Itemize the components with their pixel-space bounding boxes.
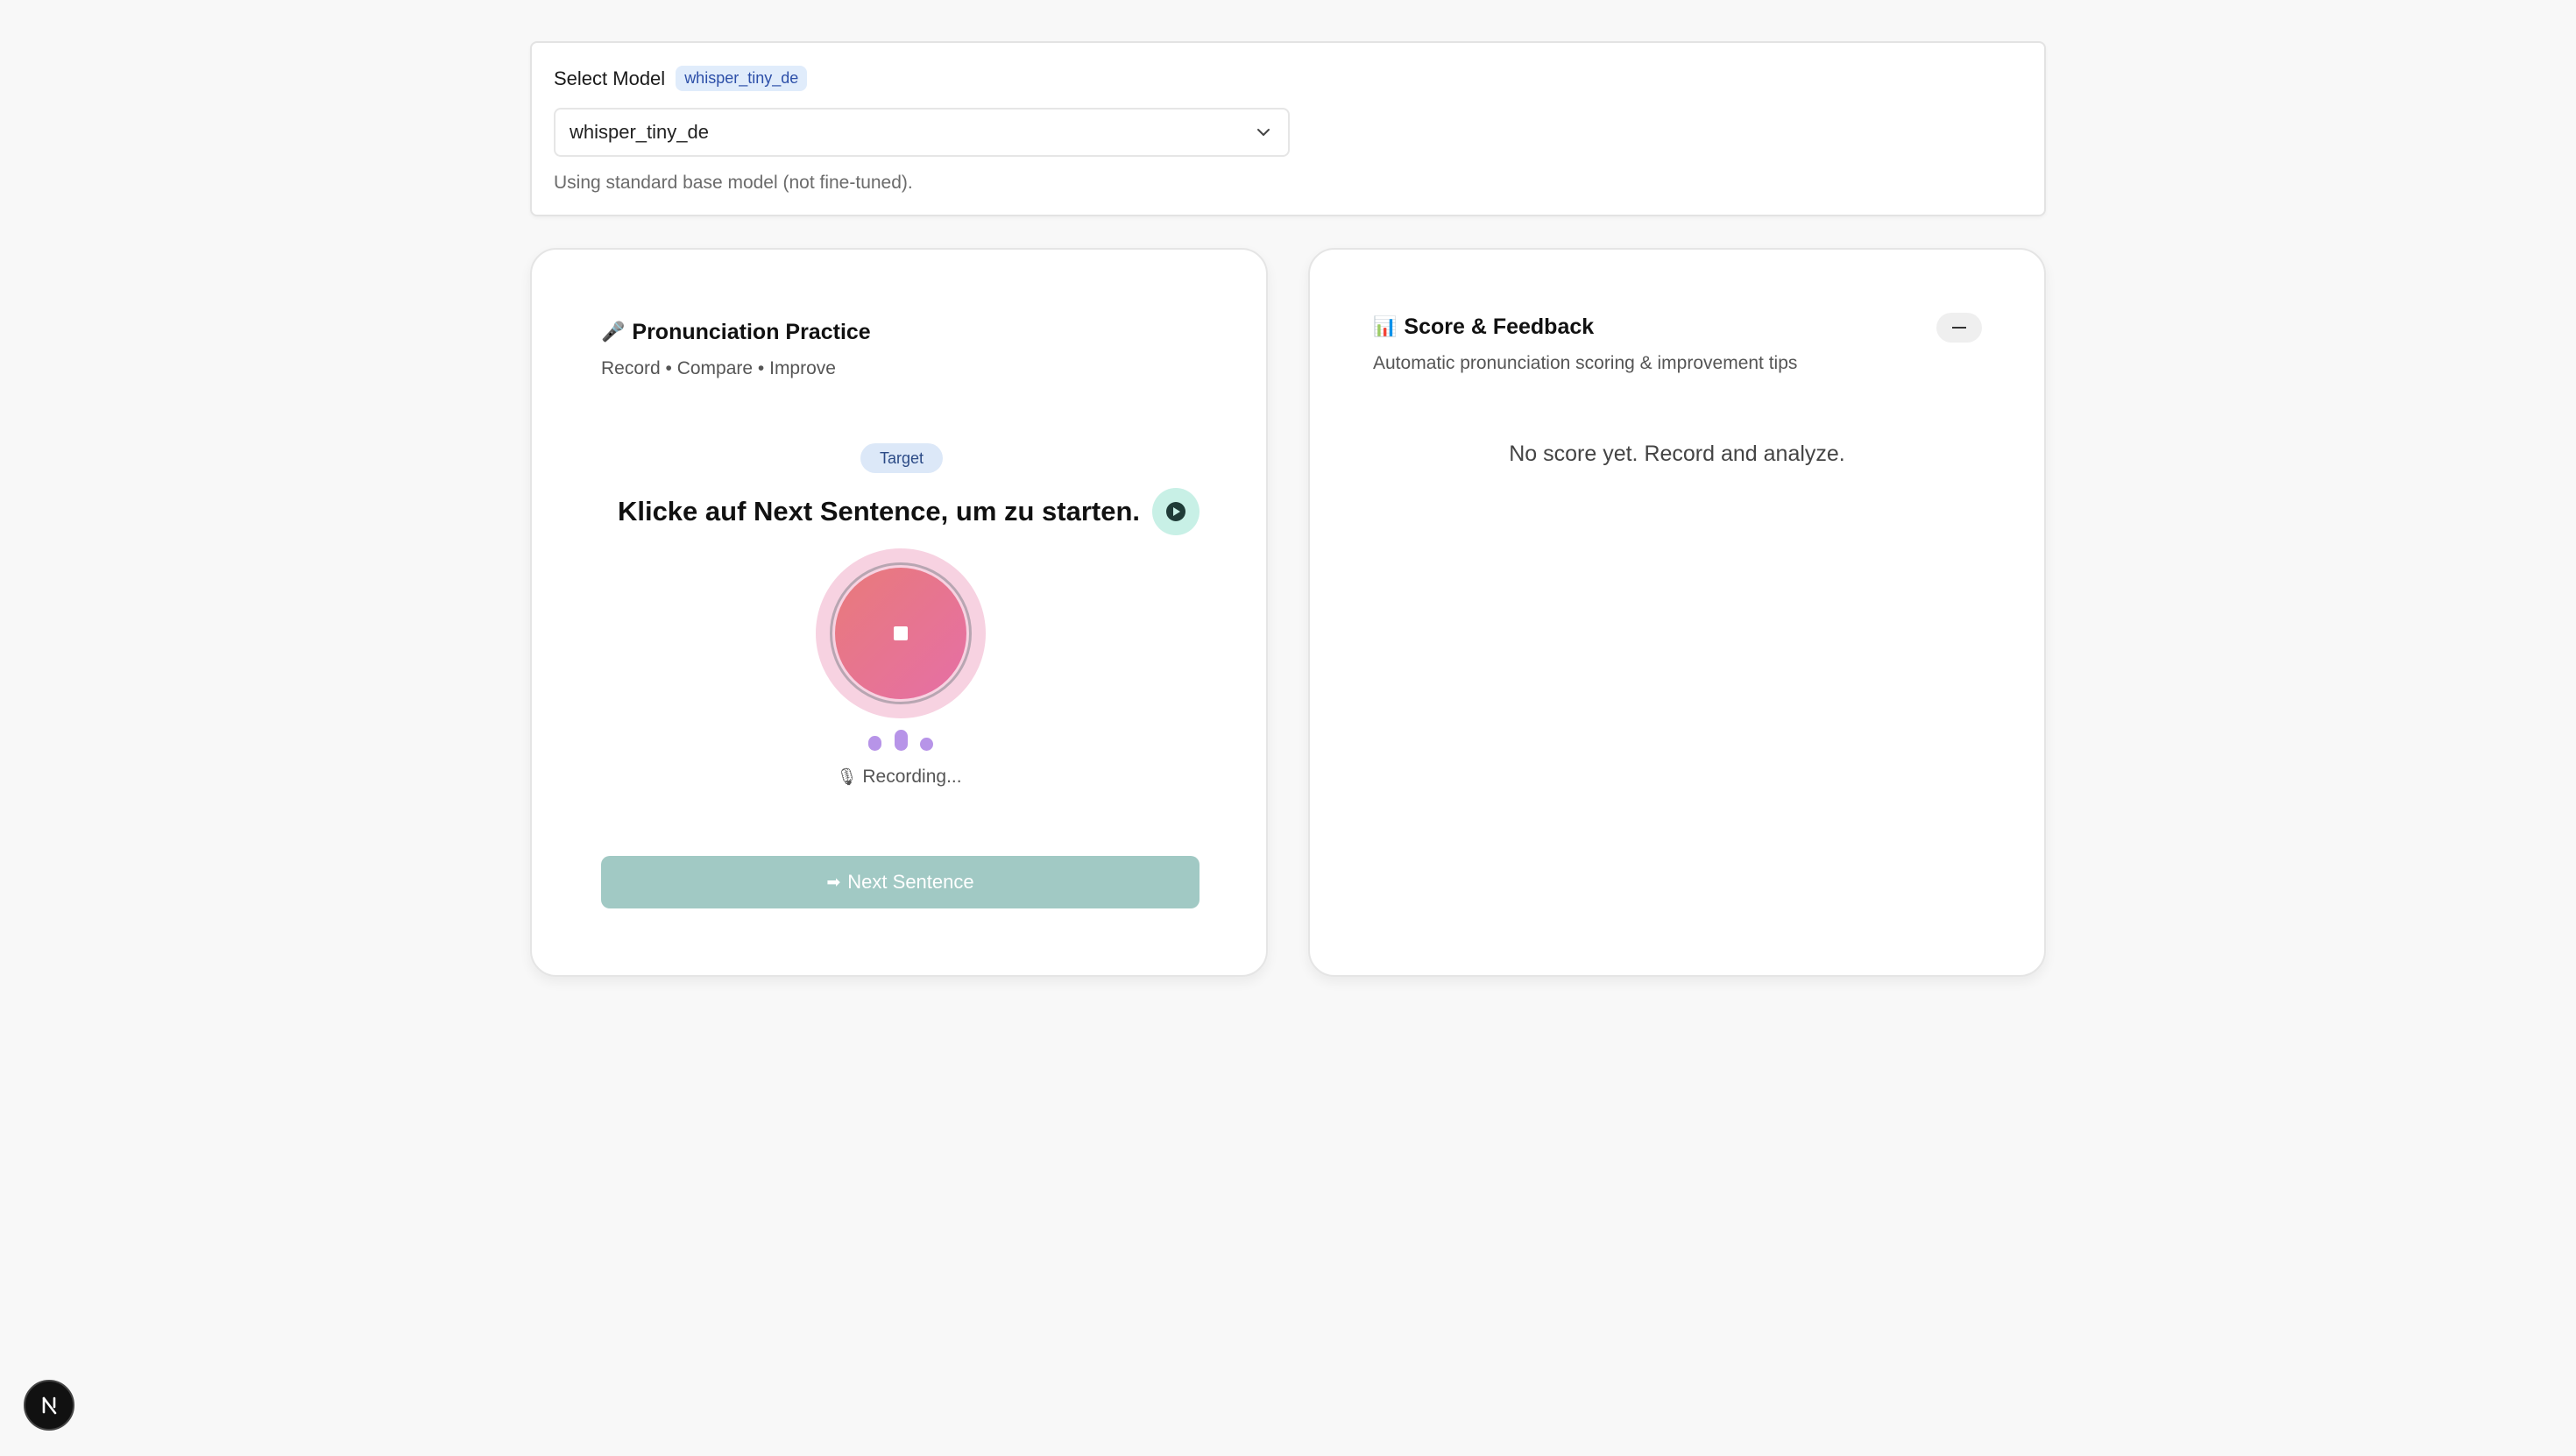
practice-subtitle: Record • Compare • Improve [601, 358, 836, 378]
score-title: 📊 Score & Feedback [1373, 315, 1594, 340]
studio-microphone-icon: 🎙 [836, 767, 858, 787]
collapse-button[interactable] [1936, 313, 1982, 343]
nextjs-logo-icon [42, 1396, 57, 1415]
score-feedback-card: 📊 Score & Feedback Automatic pronunciati… [1308, 248, 2046, 977]
score-empty-state: No score yet. Record and analyze. [1509, 442, 1845, 466]
wave-bar [868, 736, 881, 751]
target-sentence: Klicke auf Next Sentence, um zu starten. [617, 496, 1141, 527]
stop-icon [894, 626, 908, 640]
model-selector-card: Select Model whisper_tiny_de whisper_tin… [530, 41, 2046, 216]
microphone-icon: 🎤 [601, 322, 626, 343]
record-button-halo [816, 548, 986, 718]
target-sentence-row: Klicke auf Next Sentence, um zu starten. [532, 488, 1266, 535]
chevron-down-icon [1253, 122, 1274, 143]
score-title-text: Score & Feedback [1404, 315, 1595, 339]
next-sentence-label: Next Sentence [847, 871, 974, 893]
model-select-value: whisper_tiny_de [570, 121, 709, 143]
wave-bar [895, 730, 908, 751]
model-label-row: Select Model whisper_tiny_de [554, 66, 808, 91]
pronunciation-practice-card: 🎤 Pronunciation Practice Record • Compar… [530, 248, 1268, 977]
stop-recording-button[interactable] [835, 568, 966, 699]
play-icon [1166, 502, 1186, 521]
minus-icon [1952, 327, 1966, 329]
record-button-ring [830, 562, 972, 704]
model-hint: Using standard base model (not fine-tune… [554, 173, 913, 193]
next-sentence-button[interactable]: ➡ Next Sentence [601, 856, 1200, 908]
wave-bar [920, 738, 933, 751]
model-label: Select Model [554, 67, 666, 89]
practice-title: 🎤 Pronunciation Practice [601, 320, 871, 345]
recording-status-text: Recording... [862, 767, 962, 787]
nextjs-dev-badge[interactable] [24, 1380, 74, 1431]
play-audio-button[interactable] [1152, 488, 1200, 535]
model-badge: whisper_tiny_de [676, 66, 808, 91]
practice-title-text: Pronunciation Practice [632, 320, 871, 344]
target-label-pill: Target [860, 443, 943, 473]
recording-status: 🎙 Recording... [532, 767, 1266, 788]
audio-level-indicator [868, 729, 935, 752]
bar-chart-icon: 📊 [1373, 316, 1398, 338]
model-select-dropdown[interactable]: whisper_tiny_de [554, 108, 1290, 157]
score-subtitle: Automatic pronunciation scoring & improv… [1373, 353, 1798, 373]
right-arrow-icon: ➡ [826, 873, 841, 892]
